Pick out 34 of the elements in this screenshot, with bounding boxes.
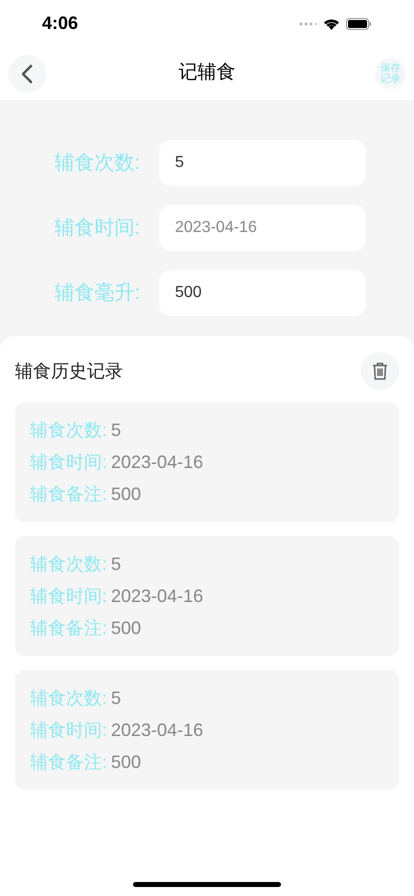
signal-icon [299,22,317,26]
back-button[interactable] [8,54,46,92]
record-value: 2023-04-16 [111,451,204,474]
record-label: 辅食次数: [30,687,108,710]
field-label: 辅食毫升: [53,280,141,306]
back-icon [21,64,33,84]
record-value: 2023-04-16 [111,719,204,742]
status-time: 4:06 [42,12,78,35]
history-title: 辅食历史记录 [15,360,123,382]
delete-button[interactable] [361,352,399,390]
record-value: 5 [111,419,122,442]
record-label: 辅食次数: [30,553,108,576]
page-title: 记辅食 [178,61,236,86]
record-label: 辅食次数: [30,419,108,442]
input-field[interactable]: 5 [159,140,366,186]
record-label: 辅食时间: [30,719,108,742]
wifi-icon [323,18,340,30]
record-label: 辅食备注: [30,617,108,640]
record-label: 辅食时间: [30,451,108,474]
trash-icon [372,362,388,380]
record-value: 5 [111,687,122,710]
input-field[interactable]: 2023-04-16 [159,204,366,250]
record-value: 500 [111,617,142,640]
record-label: 辅食备注: [30,751,108,774]
field-label: 辅食时间: [53,216,141,240]
record-label: 辅食时间: [30,585,108,608]
record-value: 500 [111,483,142,506]
input-field[interactable]: 500 [159,270,366,316]
record-value: 500 [111,751,142,774]
record-value: 5 [111,553,122,576]
field-label: 辅食次数: [53,150,141,176]
record-value: 2023-04-16 [111,585,204,608]
battery-icon [346,18,372,30]
record-label: 辅食备注: [30,483,108,506]
